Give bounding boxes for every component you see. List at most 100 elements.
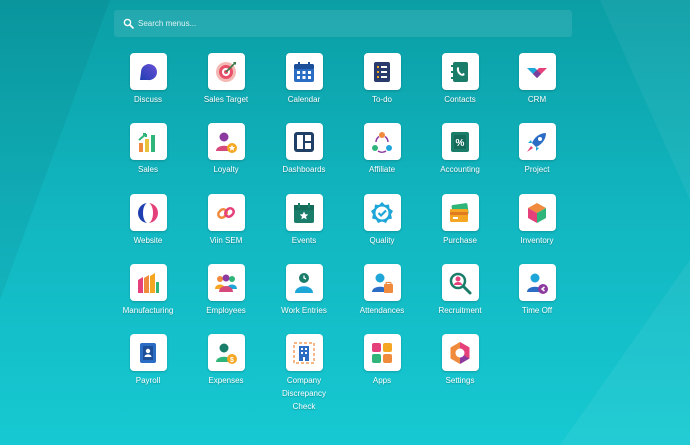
- search-input[interactable]: [138, 19, 558, 28]
- app-label: Dashboards: [282, 165, 326, 174]
- inventory-icon: [528, 202, 546, 223]
- app-tile[interactable]: [207, 53, 245, 90]
- app-tile[interactable]: [129, 53, 167, 90]
- app-label: Manufacturing: [122, 306, 174, 315]
- app-tile[interactable]: [518, 123, 556, 160]
- purchase-icon: [450, 202, 469, 222]
- app-quality[interactable]: Quality: [342, 194, 422, 247]
- app-website[interactable]: Website: [108, 194, 188, 247]
- attendances-icon: [372, 273, 393, 293]
- viin-sem-icon: [217, 206, 235, 219]
- app-label: Purchase: [443, 236, 477, 245]
- app-todo[interactable]: To-do: [342, 53, 422, 106]
- app-tile[interactable]: [441, 334, 479, 371]
- app-payroll[interactable]: Payroll: [108, 334, 188, 387]
- app-tile[interactable]: [363, 264, 401, 301]
- app-tile[interactable]: [363, 53, 401, 90]
- app-expenses[interactable]: $ Expenses: [186, 334, 266, 387]
- manufacturing-icon: [138, 272, 159, 293]
- app-tile[interactable]: [285, 53, 323, 90]
- app-label: Affiliate: [368, 165, 396, 174]
- app-loyalty[interactable]: Loyalty: [186, 123, 266, 176]
- app-label: Work Entries: [281, 306, 327, 315]
- app-tile[interactable]: %: [441, 123, 479, 160]
- quality-icon: [371, 201, 393, 223]
- app-label: Time Off: [521, 306, 553, 315]
- app-calendar[interactable]: Calendar: [264, 53, 344, 106]
- app-label: Project: [524, 165, 550, 174]
- recruitment-icon: [449, 272, 472, 294]
- contacts-icon: [451, 61, 468, 82]
- app-tile[interactable]: [285, 194, 323, 231]
- loyalty-icon: [216, 132, 237, 153]
- app-sales-target[interactable]: Sales Target: [186, 53, 266, 106]
- app-tile[interactable]: [207, 123, 245, 160]
- app-discuss[interactable]: Discuss: [108, 53, 188, 106]
- app-attendances[interactable]: Attendances: [342, 264, 422, 317]
- app-tile[interactable]: [518, 53, 556, 90]
- app-label: Inventory: [520, 236, 554, 245]
- app-label: Calendar: [287, 95, 321, 104]
- app-affiliate[interactable]: Affiliate: [342, 123, 422, 176]
- app-tile[interactable]: [363, 194, 401, 231]
- discuss-icon: [140, 63, 157, 80]
- app-label: CRM: [527, 95, 547, 104]
- time-off-icon: [527, 273, 548, 294]
- sales-icon: [138, 132, 155, 152]
- app-label: Quality: [369, 236, 395, 245]
- app-purchase[interactable]: Purchase: [420, 194, 500, 247]
- app-label: Accounting: [440, 165, 480, 174]
- app-crm[interactable]: CRM: [497, 53, 577, 106]
- app-tile[interactable]: [285, 123, 323, 160]
- app-tile[interactable]: $: [207, 334, 245, 371]
- app-dashboards[interactable]: Dashboards: [264, 123, 344, 176]
- todo-icon: [374, 61, 390, 82]
- app-tile[interactable]: [129, 194, 167, 231]
- app-label: Website: [133, 236, 163, 245]
- sales-target-icon: [216, 61, 236, 82]
- app-tile[interactable]: [285, 334, 323, 371]
- app-label: Payroll: [135, 376, 161, 385]
- search-bar[interactable]: [114, 10, 572, 37]
- app-time-off[interactable]: Time Off: [497, 264, 577, 317]
- app-tile[interactable]: [518, 264, 556, 301]
- app-events[interactable]: Events: [264, 194, 344, 247]
- app-apps[interactable]: Apps: [342, 334, 422, 387]
- app-tile[interactable]: [441, 194, 479, 231]
- app-company-discrepancy-check[interactable]: Company Discrepancy Check: [264, 334, 344, 413]
- app-label: Apps: [372, 376, 392, 385]
- app-manufacturing[interactable]: Manufacturing: [108, 264, 188, 317]
- app-tile[interactable]: [129, 123, 167, 160]
- app-work-entries[interactable]: Work Entries: [264, 264, 344, 317]
- app-tile[interactable]: [441, 264, 479, 301]
- app-tile[interactable]: [285, 264, 323, 301]
- app-tile[interactable]: [207, 264, 245, 301]
- app-tile[interactable]: [129, 334, 167, 371]
- app-tile[interactable]: [129, 264, 167, 301]
- app-project[interactable]: Project: [497, 123, 577, 176]
- app-accounting[interactable]: % Accounting: [420, 123, 500, 176]
- app-contacts[interactable]: Contacts: [420, 53, 500, 106]
- app-settings[interactable]: Settings: [420, 334, 500, 387]
- search-icon: [123, 18, 134, 29]
- settings-icon: [450, 341, 470, 364]
- app-label: Contacts: [444, 95, 476, 104]
- app-label: Events: [291, 236, 317, 245]
- app-recruitment[interactable]: Recruitment: [420, 264, 500, 317]
- app-label: Expenses: [208, 376, 244, 385]
- app-inventory[interactable]: Inventory: [497, 194, 577, 247]
- svg-text:$: $: [230, 357, 234, 364]
- app-sales[interactable]: Sales: [108, 123, 188, 176]
- apps-icon: [372, 342, 392, 363]
- app-viin-sem[interactable]: Viin SEM: [186, 194, 266, 247]
- app-tile[interactable]: [518, 194, 556, 231]
- app-label: Recruitment: [438, 306, 482, 315]
- app-label: Viin SEM: [209, 236, 243, 245]
- app-label: To-do: [371, 95, 392, 104]
- app-tile[interactable]: [363, 334, 401, 371]
- app-tile[interactable]: [207, 194, 245, 231]
- app-tile[interactable]: [441, 53, 479, 90]
- app-tile[interactable]: [363, 123, 401, 160]
- app-employees[interactable]: Employees: [186, 264, 266, 317]
- app-label: Sales Target: [203, 95, 249, 104]
